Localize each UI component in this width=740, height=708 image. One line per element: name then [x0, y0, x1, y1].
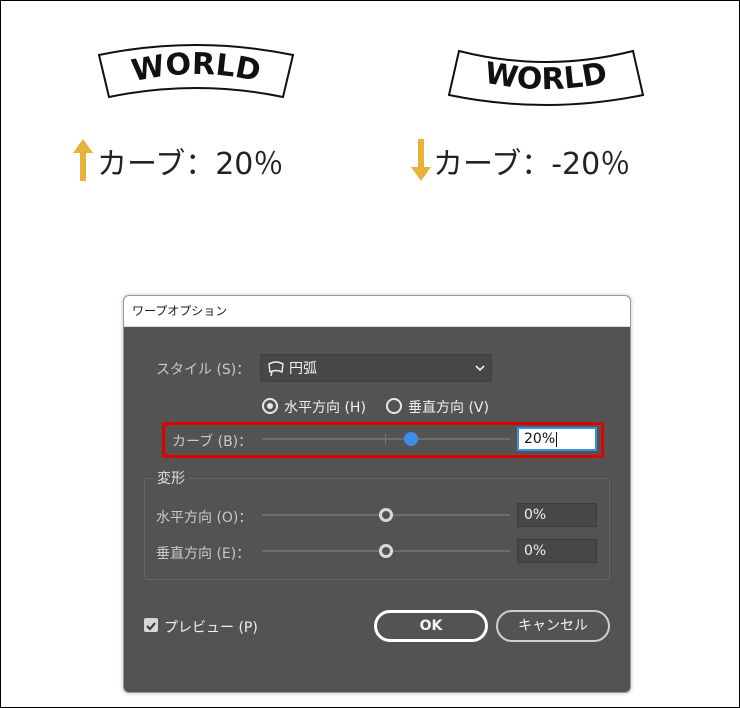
arc-icon: [268, 361, 284, 377]
ok-button[interactable]: OK: [374, 610, 488, 642]
bend-label: カーブ (B)：: [172, 434, 253, 450]
distortion-title: 変形: [154, 468, 188, 488]
caption-positive: カーブ：20％: [97, 147, 284, 182]
warp-options-dialog: ワープオプション スタイル (S)： 円弧 水平方向 (H) 垂直方向 (V) …: [123, 295, 631, 693]
horizontal-distortion-input[interactable]: 0%: [517, 503, 597, 527]
style-selected-value: 円弧: [289, 361, 317, 377]
arrow-down-icon: [411, 139, 431, 181]
arc-banner-down: WORLD: [447, 49, 645, 106]
preview-label[interactable]: プレビュー (P): [164, 617, 258, 637]
bend-slider-track[interactable]: [262, 438, 510, 440]
vertical-distortion-thumb[interactable]: [379, 544, 393, 558]
arc-banner-up: WORLD: [97, 44, 295, 99]
arrow-up-icon: [73, 139, 93, 181]
caption-negative: カーブ：-20％: [433, 147, 631, 182]
dialog-title: ワープオプション: [124, 296, 630, 327]
horizontal-distortion-thumb[interactable]: [379, 508, 393, 522]
preview-checkbox[interactable]: [144, 618, 158, 632]
radio-horizontal[interactable]: [262, 398, 278, 414]
example-positive-bend: WORLD カーブ：20％: [31, 41, 361, 191]
distortion-group: [144, 478, 610, 580]
vertical-distortion-label: 垂直方向 (E)：: [156, 546, 251, 562]
vertical-distortion-input[interactable]: 0%: [517, 539, 597, 563]
bend-value-input[interactable]: 20%: [517, 427, 597, 451]
style-dropdown[interactable]: 円弧: [260, 354, 492, 382]
checkmark-icon: [146, 622, 156, 631]
style-label: スタイル (S)：: [156, 362, 251, 378]
chevron-down-icon: [475, 365, 485, 372]
example-negative-bend: WORLD カーブ：-20％: [381, 41, 711, 191]
radio-horizontal-label[interactable]: 水平方向 (H): [284, 397, 366, 417]
cancel-button[interactable]: キャンセル: [496, 610, 610, 642]
radio-vertical[interactable]: [386, 398, 402, 414]
horizontal-distortion-label: 水平方向 (O)：: [156, 510, 253, 526]
radio-vertical-label[interactable]: 垂直方向 (V): [408, 397, 489, 417]
screenshot-frame: WORLD カーブ：20％ WORLD カーブ：-20％ ワープオプション スタ…: [0, 0, 740, 708]
bend-slider-thumb[interactable]: [403, 432, 418, 446]
bend-slider-center-tick: [385, 434, 386, 444]
